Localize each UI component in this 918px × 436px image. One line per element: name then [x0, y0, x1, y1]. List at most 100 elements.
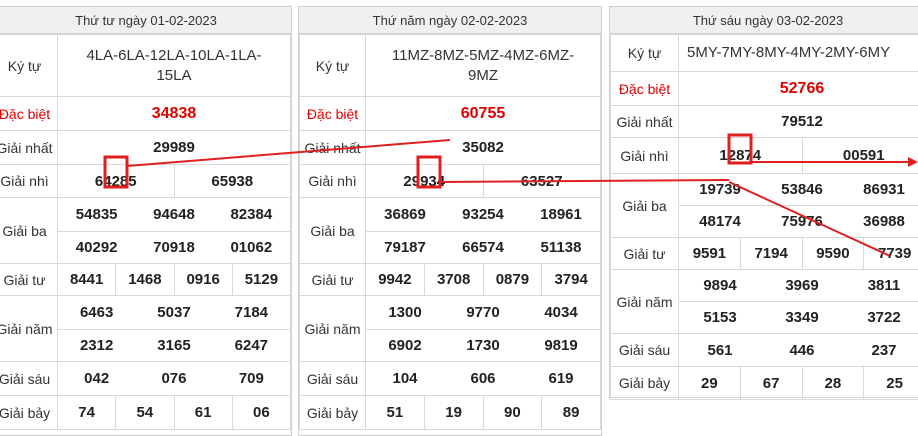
g3-value: 01062 [213, 233, 290, 263]
row-g5: Giải năm 1300 9770 4034 [300, 296, 601, 330]
g7-value: 54 [116, 396, 174, 430]
row-g6: Giải sáu 042 076 709 [0, 362, 291, 396]
result-panel-0202: Thứ năm ngày 02-02-2023 Ký tự 11MZ-8MZ-5… [298, 6, 602, 436]
label-g3: Giải ba [611, 174, 679, 238]
panel-header: Thứ sáu ngày 03-02-2023 [610, 7, 918, 34]
row-g7: Giải bảy 51 19 90 89 [300, 396, 601, 430]
label-g7: Giải bảy [0, 396, 58, 430]
label-db: Đặc biệt [611, 72, 679, 106]
kytu-value: 5MY-7MY-8MY-4MY-2MY-6MY [679, 35, 918, 72]
label-g4: Giải tư [300, 264, 366, 296]
g5-value: 7184 [213, 297, 290, 329]
g5-value: 3722 [843, 303, 918, 333]
row-g6: Giải sáu 561 446 237 [611, 334, 918, 367]
g3-value: 18961 [522, 199, 600, 231]
g2-value: 63527 [483, 165, 601, 198]
g3-value: 19739 [679, 175, 761, 205]
kytu-value: 4LA-6LA-12LA-10LA-1LA-15LA [58, 35, 291, 97]
label-g6: Giải sáu [611, 334, 679, 367]
g5-value: 2312 [58, 331, 135, 361]
row-g4: Giải tư 9591 7194 9590 7739 [611, 238, 918, 270]
g5-value: 1300 [366, 297, 444, 329]
label-db: Đặc biệt [0, 97, 58, 131]
db-value: 52766 [679, 72, 918, 106]
panel-header: Thứ năm ngày 02-02-2023 [299, 7, 601, 34]
g3-value: 86931 [843, 175, 918, 205]
g7-value: 19 [424, 396, 483, 430]
g4-value: 0879 [483, 264, 542, 296]
g7-value: 51 [366, 396, 425, 430]
g6-value: 619 [522, 363, 600, 395]
label-g3: Giải ba [300, 198, 366, 264]
label-g5: Giải năm [611, 270, 679, 334]
row-kytu: Ký tự 5MY-7MY-8MY-4MY-2MY-6MY [611, 35, 918, 72]
label-g2: Giải nhì [0, 165, 58, 198]
g3-value: 48174 [679, 207, 761, 237]
g6-value: 709 [213, 363, 290, 395]
g3-value: 66574 [444, 233, 522, 263]
g5-value: 1730 [444, 331, 522, 361]
g3-value: 75976 [761, 207, 843, 237]
row-g3: Giải ba 36869 93254 18961 [300, 198, 601, 232]
g4-value: 7194 [740, 238, 802, 270]
db-value: 60755 [366, 97, 601, 131]
g7-value: 67 [740, 367, 802, 400]
g3-value: 82384 [213, 199, 290, 231]
label-g5: Giải năm [0, 296, 58, 362]
row-kytu: Ký tự 4LA-6LA-12LA-10LA-1LA-15LA [0, 35, 291, 97]
row-kytu: Ký tự 11MZ-8MZ-5MZ-4MZ-6MZ-9MZ [300, 35, 601, 97]
g5-value: 6902 [366, 331, 444, 361]
g7-value: 74 [58, 396, 116, 430]
g4-value: 9590 [802, 238, 864, 270]
label-db: Đặc biệt [300, 97, 366, 131]
g7-value: 25 [864, 367, 918, 400]
label-kytu: Ký tự [611, 35, 679, 72]
g7-value: 29 [679, 367, 741, 400]
g5-value: 3811 [843, 271, 918, 301]
g5-value: 5037 [135, 297, 212, 329]
g6-value: 561 [679, 335, 761, 366]
results-table: Ký tự 4LA-6LA-12LA-10LA-1LA-15LA Đặc biệ… [0, 34, 291, 430]
g5-value: 6463 [58, 297, 135, 329]
g6-value: 042 [58, 363, 135, 395]
results-table: Ký tự 5MY-7MY-8MY-4MY-2MY-6MY Đặc biệt 5… [610, 34, 918, 400]
g3-value: 36988 [843, 207, 918, 237]
g4-value: 8441 [58, 264, 116, 296]
g4-value: 9591 [679, 238, 741, 270]
g6-value: 237 [843, 335, 918, 366]
label-g6: Giải sáu [0, 362, 58, 396]
row-g1: Giải nhất 29989 [0, 131, 291, 165]
label-g7: Giải bảy [611, 367, 679, 400]
g4-value: 9942 [366, 264, 425, 296]
g1-value: 79512 [679, 106, 918, 138]
g6-value: 076 [135, 363, 212, 395]
g5-value: 9819 [522, 331, 600, 361]
panel-header: Thứ tư ngày 01-02-2023 [0, 7, 291, 34]
label-g4: Giải tư [611, 238, 679, 270]
row-g3: Giải ba 19739 53846 86931 [611, 174, 918, 206]
label-g2: Giải nhì [300, 165, 366, 198]
kytu-value: 11MZ-8MZ-5MZ-4MZ-6MZ-9MZ [366, 35, 601, 97]
result-panel-0302: Thứ sáu ngày 03-02-2023 Ký tự 5MY-7MY-8M… [609, 6, 918, 398]
g7-value: 61 [174, 396, 232, 430]
g5-value: 6247 [213, 331, 290, 361]
g5-value: 9894 [679, 271, 761, 301]
g3-value: 93254 [444, 199, 522, 231]
g7-value: 06 [232, 396, 290, 430]
g1-value: 35082 [366, 131, 601, 165]
g2-value: 65938 [174, 165, 291, 198]
label-g2: Giải nhì [611, 138, 679, 174]
g6-value: 104 [366, 363, 444, 395]
row-g5: Giải năm 9894 3969 3811 [611, 270, 918, 302]
label-g1: Giải nhất [611, 106, 679, 138]
g3-value: 70918 [135, 233, 212, 263]
label-kytu: Ký tự [0, 35, 58, 97]
g7-value: 28 [802, 367, 864, 400]
label-kytu: Ký tự [300, 35, 366, 97]
row-g7: Giải bảy 74 54 61 06 [0, 396, 291, 430]
label-g7: Giải bảy [300, 396, 366, 430]
g7-value: 89 [542, 396, 601, 430]
label-g5: Giải năm [300, 296, 366, 362]
g3-value: 36869 [366, 199, 444, 231]
g4-value: 1468 [116, 264, 174, 296]
